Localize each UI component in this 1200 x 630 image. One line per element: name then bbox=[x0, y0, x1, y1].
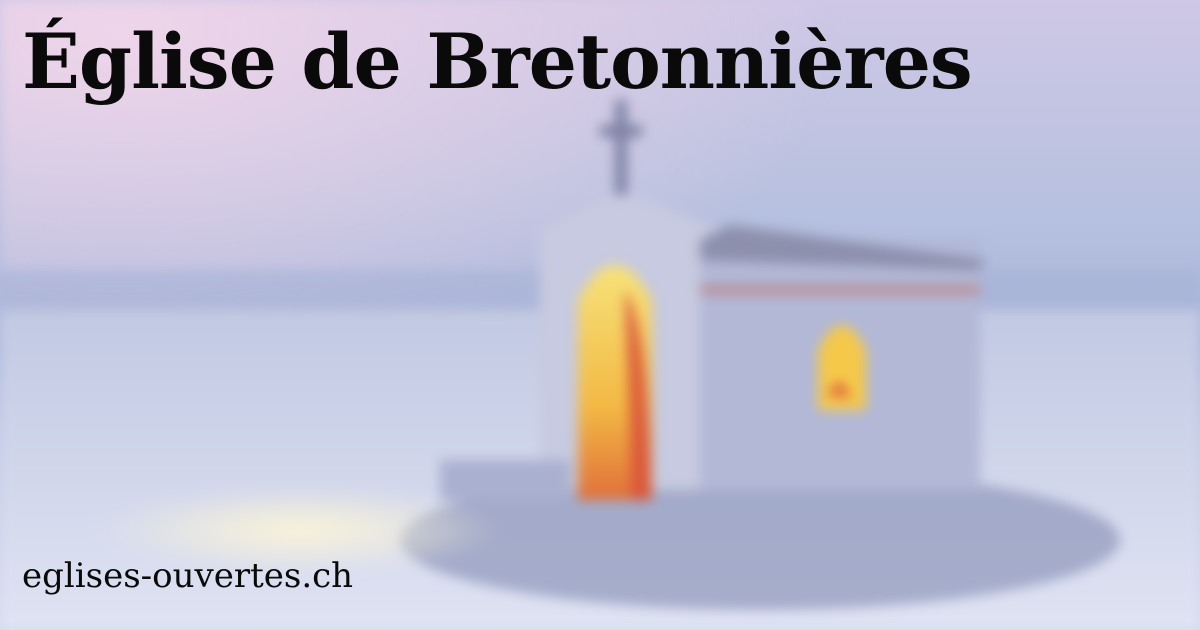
social-card: Église de Bretonnières eglises-ouvertes.… bbox=[0, 0, 1200, 630]
site-domain: eglises-ouvertes.ch bbox=[22, 556, 354, 596]
page-title: Église de Bretonnières bbox=[22, 17, 973, 106]
